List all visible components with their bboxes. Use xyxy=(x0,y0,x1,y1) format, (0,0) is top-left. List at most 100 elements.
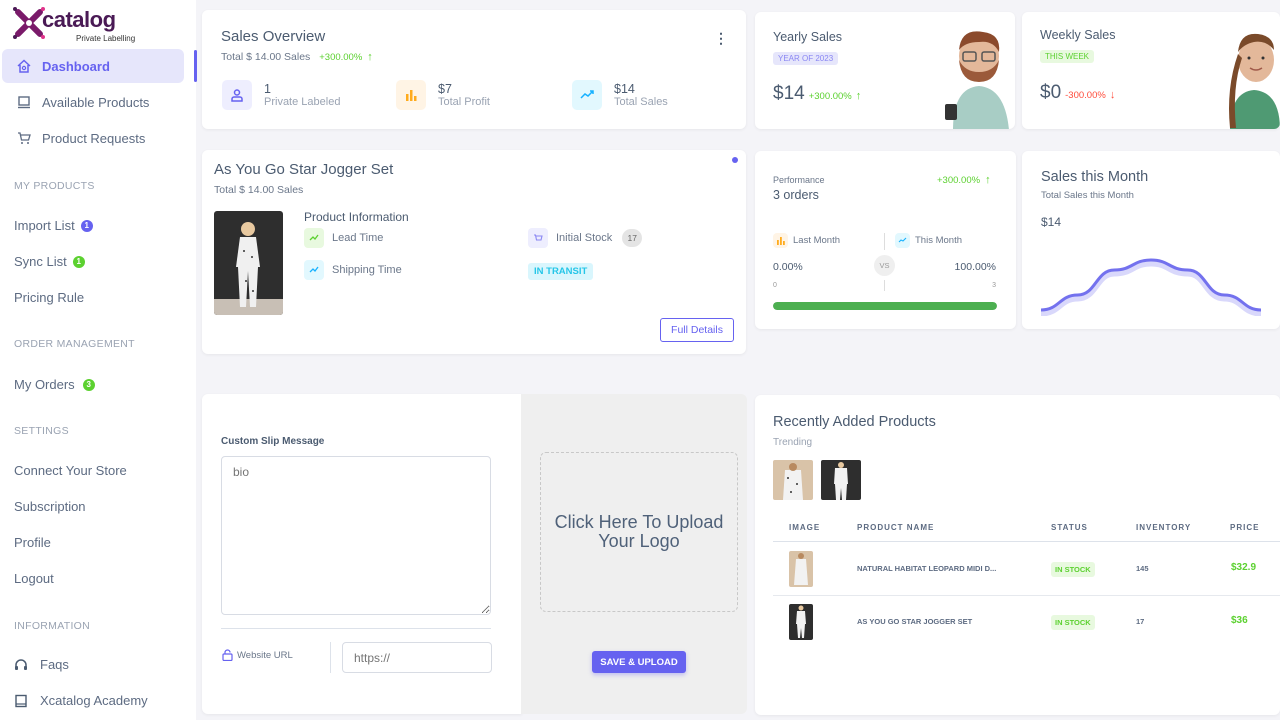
this-month-pct: 100.00% xyxy=(954,261,996,273)
count-badge: 1 xyxy=(72,255,85,268)
card-title: Recently Added Products xyxy=(773,414,936,430)
sidebar-item-my-orders[interactable]: My Orders 3 xyxy=(14,377,95,392)
brand-name: catalog xyxy=(42,7,116,32)
divider xyxy=(884,233,885,250)
change-value: +300.00% xyxy=(319,52,363,63)
trending-product-thumb[interactable] xyxy=(821,460,861,500)
progress-bar xyxy=(773,302,997,310)
bar-chart-icon xyxy=(773,233,788,248)
product-thumb xyxy=(789,551,813,587)
sales-line-shadow xyxy=(1041,259,1261,316)
stat-private-labeled: 1 Private Labeled xyxy=(222,80,340,110)
product-price: $36 xyxy=(1231,615,1248,626)
trending-up-icon xyxy=(304,260,324,280)
performance-card: Performance 3 orders +300.00% ↑ Last Mont… xyxy=(755,151,1016,329)
cart-icon xyxy=(528,228,548,248)
last-month: Last Month xyxy=(773,233,840,248)
product-price: $32.9 xyxy=(1231,562,1257,573)
sidebar-item-subscription[interactable]: Subscription xyxy=(14,499,86,514)
sidebar-item-label: Available Products xyxy=(42,94,150,110)
website-url-label-row: Website URL xyxy=(222,649,293,661)
sidebar-item-connect-store[interactable]: Connect Your Store xyxy=(14,463,127,478)
sidebar-item-faqs[interactable]: Faqs xyxy=(14,657,69,672)
range-max: 3 xyxy=(992,282,996,289)
sidebar-item-label: Faqs xyxy=(40,657,69,672)
divider xyxy=(330,642,331,673)
slip-card: Custom Slip Message Website URL xyxy=(202,394,522,714)
logo[interactable]: catalog Private Labelling xyxy=(12,6,162,44)
product-name: NATURAL HABITAT LEOPARD MIDI D... xyxy=(857,564,997,573)
transit-status-badge: IN TRANSIT xyxy=(528,263,594,280)
product-card: As You Go Star Jogger Set Total $ 14.00 … xyxy=(202,150,746,354)
logo-upload-dropzone[interactable]: Click Here To Upload Your Logo xyxy=(540,452,738,612)
row-divider xyxy=(773,595,1280,596)
orders-count: 3 orders xyxy=(773,188,819,202)
stat-label: Total Sales xyxy=(614,96,668,108)
sidebar-item-pricing-rule[interactable]: Pricing Rule xyxy=(14,290,84,305)
lead-time: Lead Time xyxy=(304,228,383,248)
yearly-value-row: $14 +300.00% ↑ xyxy=(773,83,861,105)
weekly-value: $0 xyxy=(1040,82,1062,103)
card-title: Weekly Sales xyxy=(1040,28,1116,42)
sidebar-item-product-requests[interactable]: Product Requests xyxy=(2,121,184,155)
bar-chart-icon xyxy=(396,80,426,110)
trending-up-icon xyxy=(572,80,602,110)
sidebar-item-profile[interactable]: Profile xyxy=(14,535,51,550)
card-subtitle: Total Sales this Month xyxy=(1041,190,1134,201)
change-value: -300.00% xyxy=(1065,90,1106,101)
sales-value: $14 xyxy=(1041,215,1062,229)
arrow-down-icon: ↓ xyxy=(1109,89,1116,101)
sidebar-item-label: Profile xyxy=(14,535,51,550)
week-badge: THIS WEEK xyxy=(1040,50,1095,63)
change-value: +300.00% xyxy=(937,175,981,186)
full-details-button[interactable]: Full Details xyxy=(660,318,734,342)
lead-time-label: Lead Time xyxy=(332,232,384,244)
this-month: This Month xyxy=(895,233,962,248)
home-icon xyxy=(16,58,32,74)
more-options-icon[interactable]: ⋮ xyxy=(714,30,728,47)
product-image xyxy=(214,211,283,315)
sidebar-item-label: Dashboard xyxy=(42,58,110,74)
last-month-label: Last Month xyxy=(793,235,840,246)
sales-month-card: Sales this Month Total Sales this Month … xyxy=(1022,151,1280,329)
sidebar-item-label: Connect Your Store xyxy=(14,463,127,478)
save-upload-button[interactable]: SAVE & UPLOAD xyxy=(592,651,686,673)
sidebar-item-logout[interactable]: Logout xyxy=(14,571,54,586)
headset-icon xyxy=(14,658,30,672)
status-dot xyxy=(732,157,738,163)
sidebar-item-label: Logout xyxy=(14,571,54,586)
trending-product-thumb[interactable] xyxy=(773,460,813,500)
initial-stock: Initial Stock 17 xyxy=(528,228,643,248)
card-title: Yearly Sales xyxy=(773,30,843,44)
sales-overview-card: Sales Overview Total $ 14.00 Sales +300.… xyxy=(202,10,746,129)
column-header-image: IMAGE xyxy=(789,523,821,532)
sidebar-item-academy[interactable]: Xcatalog Academy xyxy=(14,693,148,708)
slip-label: Custom Slip Message xyxy=(221,436,325,447)
sidebar-item-available-products[interactable]: Available Products xyxy=(2,85,184,119)
scroll-indicator xyxy=(194,50,197,82)
count-badge: 1 xyxy=(80,219,93,232)
subtitle-text: Total $ 14.00 Sales xyxy=(221,51,311,63)
sidebar-item-sync-list[interactable]: Sync List 1 xyxy=(14,254,85,269)
sidebar-item-label: Pricing Rule xyxy=(14,290,85,305)
sidebar-item-import-list[interactable]: Import List 1 xyxy=(14,218,93,233)
section-order-management: ORDER MANAGEMENT xyxy=(14,338,135,350)
yearly-sales-card: Yearly Sales YEAR OF 2023 $14 +300.00% ↑ xyxy=(755,12,1015,129)
shipping-time: Shipping Time xyxy=(304,260,402,280)
stat-label: Private Labeled xyxy=(264,96,341,108)
table-divider xyxy=(773,541,1280,542)
last-month-pct: 0.00% xyxy=(773,261,803,273)
trending-up-icon xyxy=(304,228,324,248)
sidebar-item-dashboard[interactable]: Dashboard xyxy=(2,49,184,83)
performance-change: +300.00% ↑ xyxy=(937,174,991,186)
stat-label: Total Profit xyxy=(438,96,490,108)
product-subtitle: Total $ 14.00 Sales xyxy=(214,184,304,196)
website-url-input[interactable] xyxy=(342,642,492,673)
user-icon xyxy=(222,80,252,110)
yearly-value: $14 xyxy=(773,83,805,104)
laptop-icon xyxy=(16,94,32,110)
slip-message-textarea[interactable] xyxy=(221,456,491,615)
sidebar-item-label: Subscription xyxy=(14,499,86,514)
logo-x-icon xyxy=(13,7,45,39)
divider xyxy=(884,280,885,291)
